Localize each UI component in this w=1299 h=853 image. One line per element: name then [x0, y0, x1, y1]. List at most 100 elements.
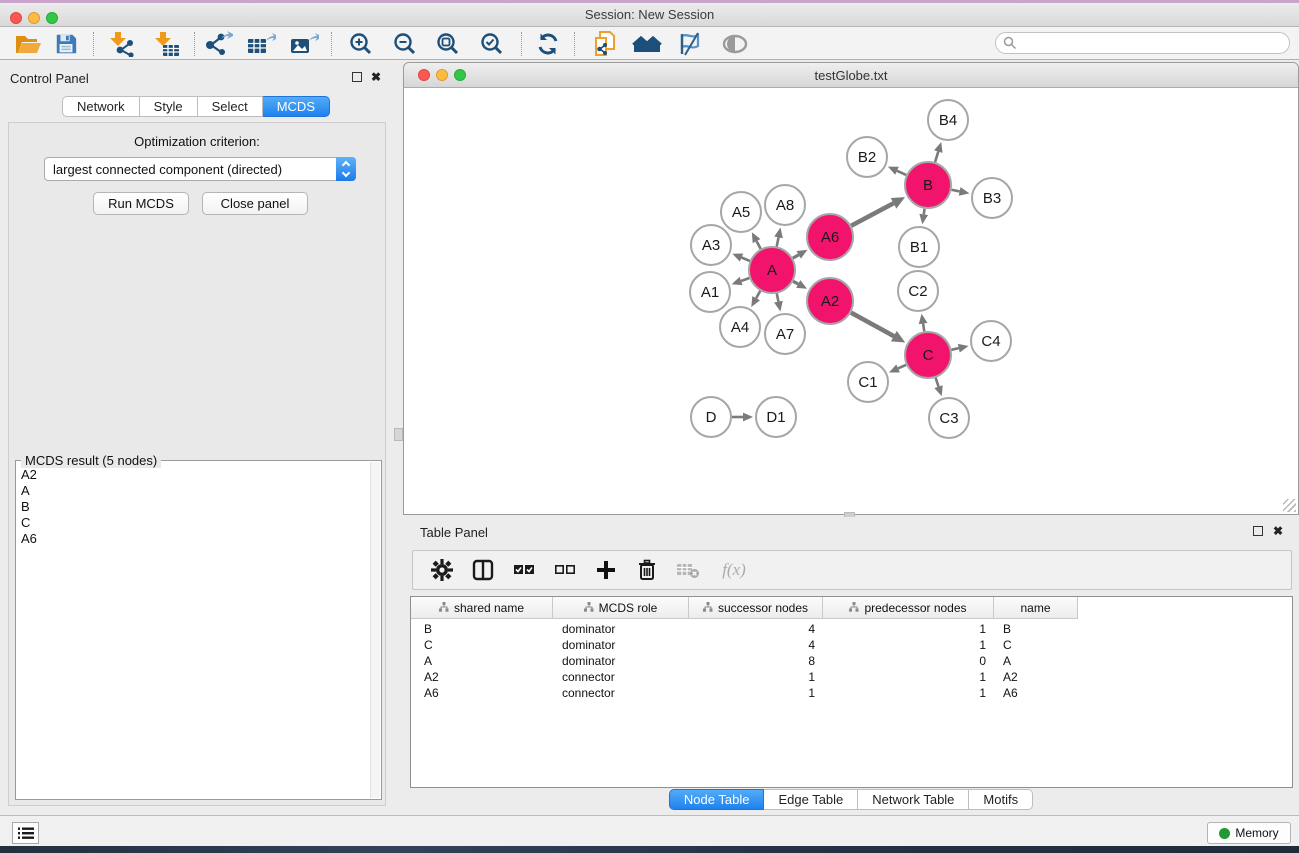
table-cell[interactable]: 1 — [823, 669, 994, 685]
table-cell[interactable]: 8 — [689, 653, 823, 669]
table-cell[interactable]: C — [411, 637, 553, 653]
table-cell[interactable]: B — [411, 621, 553, 637]
tab-motifs[interactable]: Motifs — [969, 789, 1033, 810]
edge-A-A5[interactable] — [757, 241, 761, 249]
window-close-icon[interactable] — [10, 12, 22, 24]
table-row[interactable]: A2connector11A2 — [411, 669, 1292, 685]
import-network-icon[interactable] — [104, 30, 138, 58]
table-row[interactable]: Cdominator41C — [411, 637, 1292, 653]
window-resize-grip[interactable] — [1283, 499, 1296, 512]
edge-C-C3[interactable] — [936, 378, 939, 387]
network-window-titlebar[interactable]: testGlobe.txt — [404, 63, 1298, 88]
delete-column-icon[interactable] — [635, 558, 659, 582]
table-cell[interactable]: connector — [553, 685, 689, 701]
network-minimize-icon[interactable] — [436, 69, 448, 81]
table-cell[interactable]: connector — [553, 669, 689, 685]
float-panel-icon[interactable] — [352, 72, 362, 82]
save-session-icon[interactable] — [49, 30, 83, 58]
tab-network-table[interactable]: Network Table — [858, 789, 969, 810]
tab-mcds[interactable]: MCDS — [263, 96, 330, 117]
edge-B-B2[interactable] — [897, 171, 906, 175]
table-cell[interactable]: B — [994, 621, 1078, 637]
import-table-icon[interactable] — [149, 30, 183, 58]
vertical-splitter-grip[interactable] — [394, 428, 403, 441]
table-cell[interactable]: 4 — [689, 621, 823, 637]
zoom-out-icon[interactable] — [388, 30, 422, 58]
task-history-button[interactable] — [12, 822, 39, 844]
column-header-MCDS-role[interactable]: MCDS role — [553, 597, 689, 619]
eye-icon[interactable] — [718, 30, 752, 58]
edge-C-C1[interactable] — [898, 365, 906, 369]
window-minimize-icon[interactable] — [28, 12, 40, 24]
edge-A-A2[interactable] — [793, 281, 798, 284]
edge-A-A7[interactable] — [777, 294, 779, 302]
create-column-icon[interactable] — [594, 558, 618, 582]
edge-A2-C[interactable] — [851, 313, 894, 337]
table-cell[interactable]: 1 — [823, 685, 994, 701]
table-cell[interactable]: 1 — [823, 637, 994, 653]
apply-layout-icon[interactable] — [531, 30, 565, 58]
tab-network[interactable]: Network — [62, 96, 140, 117]
edge-A-A6[interactable] — [793, 255, 799, 258]
export-network-icon[interactable] — [201, 30, 235, 58]
window-zoom-icon[interactable] — [46, 12, 58, 24]
table-cell[interactable]: 1 — [689, 685, 823, 701]
network-canvas[interactable]: B4B2BB3B1A5A8A6A3AA1A2C2A4A7C4CC1C3DD1 — [404, 88, 1298, 514]
table-row[interactable]: Bdominator41B — [411, 621, 1292, 637]
table-row[interactable]: A6connector11A6 — [411, 685, 1292, 701]
edge-A-A3[interactable] — [742, 258, 750, 261]
table-cell[interactable]: 1 — [823, 621, 994, 637]
search-input[interactable] — [995, 32, 1290, 54]
tab-edge-table[interactable]: Edge Table — [764, 789, 858, 810]
duplicate-network-icon[interactable] — [588, 30, 622, 58]
run-mcds-button[interactable]: Run MCDS — [93, 192, 189, 215]
edge-A6-B[interactable] — [851, 203, 893, 225]
edge-B-B1[interactable] — [924, 209, 925, 215]
table-cell[interactable]: A2 — [994, 669, 1078, 685]
show-columns-icon[interactable] — [471, 558, 495, 582]
graphics-details-icon[interactable] — [673, 30, 707, 58]
network-close-icon[interactable] — [418, 69, 430, 81]
table-row[interactable]: Adominator80A — [411, 653, 1292, 669]
mcds-result-item[interactable]: A2 — [21, 467, 369, 483]
network-zoom-icon[interactable] — [454, 69, 466, 81]
float-table-panel-icon[interactable] — [1253, 526, 1263, 536]
zoom-in-icon[interactable] — [344, 30, 378, 58]
zoom-fit-icon[interactable] — [431, 30, 465, 58]
function-builder-icon[interactable]: f(x) — [717, 558, 751, 582]
criterion-dropdown[interactable]: largest connected component (directed) — [44, 157, 356, 181]
network-graph[interactable]: B4B2BB3B1A5A8A6A3AA1A2C2A4A7C4CC1C3DD1 — [404, 88, 1298, 514]
zoom-selected-icon[interactable] — [475, 30, 509, 58]
table-cell[interactable]: A6 — [994, 685, 1078, 701]
table-cell[interactable]: 0 — [823, 653, 994, 669]
table-cell[interactable]: 4 — [689, 637, 823, 653]
deselect-all-rows-icon[interactable] — [553, 558, 577, 582]
edge-B-B4[interactable] — [935, 152, 938, 163]
open-file-icon[interactable] — [11, 30, 45, 58]
column-header-shared-name[interactable]: shared name — [411, 597, 553, 619]
close-table-panel-icon[interactable]: ✖ — [1273, 526, 1283, 536]
table-settings-gear-icon[interactable] — [430, 558, 454, 582]
table-cell[interactable]: A2 — [411, 669, 553, 685]
mcds-result-item[interactable]: C — [21, 515, 369, 531]
edge-A-A8[interactable] — [777, 237, 779, 246]
select-all-rows-icon[interactable] — [512, 558, 536, 582]
mcds-result-scrollbar[interactable] — [370, 462, 380, 798]
mcds-result-list[interactable]: A2ABCA6 — [17, 467, 369, 797]
table-cell[interactable]: dominator — [553, 653, 689, 669]
export-table-icon[interactable] — [244, 30, 278, 58]
table-cell[interactable]: dominator — [553, 637, 689, 653]
tab-node-table[interactable]: Node Table — [669, 789, 765, 810]
memory-button[interactable]: Memory — [1207, 822, 1291, 844]
table-cell[interactable]: dominator — [553, 621, 689, 637]
tab-style[interactable]: Style — [140, 96, 198, 117]
edge-A-A1[interactable] — [741, 278, 749, 281]
mcds-result-item[interactable]: B — [21, 499, 369, 515]
edge-C-C4[interactable] — [951, 348, 958, 350]
table-cell[interactable]: 1 — [689, 669, 823, 685]
close-panel-button[interactable]: Close panel — [202, 192, 308, 215]
table-cell[interactable]: A — [994, 653, 1078, 669]
close-panel-icon[interactable]: ✖ — [371, 72, 381, 82]
table-cell[interactable]: C — [994, 637, 1078, 653]
reset-view-icon[interactable] — [630, 30, 664, 58]
